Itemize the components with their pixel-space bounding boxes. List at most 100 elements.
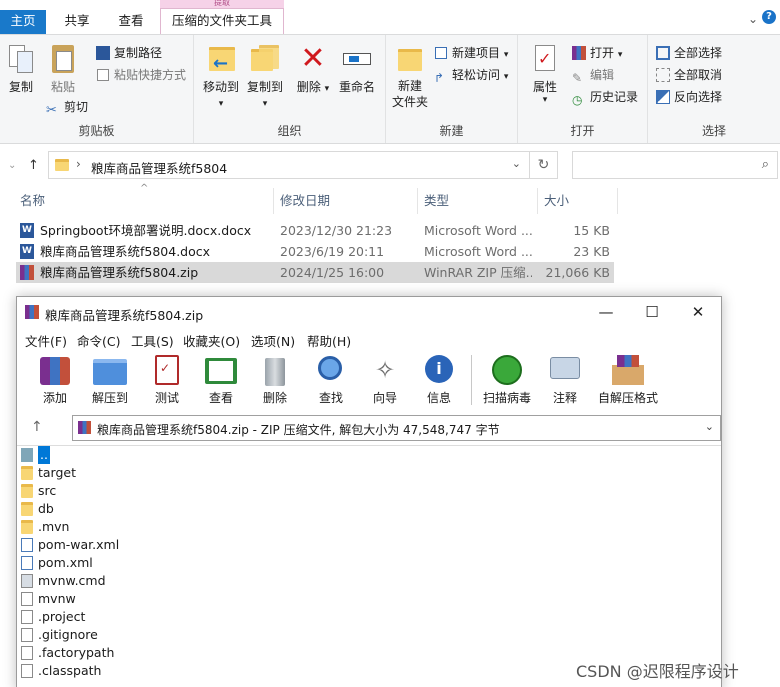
- add-button[interactable]: 添加: [33, 353, 77, 406]
- menu-commands[interactable]: 命令(C): [77, 331, 120, 350]
- menu-favorites[interactable]: 收藏夹(O): [183, 331, 240, 350]
- up-arrow-icon[interactable]: ↑: [31, 419, 43, 435]
- invert-selection-icon: [656, 90, 670, 104]
- group-clipboard: 复制 粘贴 复制路径 粘贴快捷方式 ✂ 剪切 剪贴板: [0, 35, 194, 143]
- easy-access-label: 轻松访问: [452, 68, 501, 82]
- group-label-organize: 组织: [277, 124, 302, 138]
- column-header-type[interactable]: 类型: [418, 188, 538, 214]
- wizard-label: 向导: [372, 391, 397, 405]
- ribbon-tab-bar: 主页 共享 查看 提取 压缩的文件夹工具 ⌄ ?: [0, 0, 780, 34]
- select-none-button[interactable]: 全部取消: [656, 65, 722, 85]
- info-button[interactable]: i 信息: [417, 353, 461, 406]
- new-item-label: 新建项目: [452, 46, 501, 60]
- group-label-open: 打开: [570, 124, 595, 138]
- file-row[interactable]: W Springboot环境部署说明.docx.docx 2023/12/30 21…: [16, 220, 614, 241]
- pencil-icon: ✎: [572, 71, 583, 85]
- extract-to-button[interactable]: 解压到: [87, 353, 133, 406]
- search-icon: ⌕: [761, 157, 769, 172]
- column-header-name[interactable]: 名称: [14, 188, 274, 214]
- archive-entry-name: mvnw: [38, 591, 76, 606]
- column-header-size[interactable]: 大小: [538, 188, 618, 214]
- archive-entry-name: mvnw.cmd: [38, 573, 106, 588]
- test-button[interactable]: ✓ 测试: [145, 353, 189, 406]
- delete-archive-button[interactable]: 删除: [253, 353, 297, 406]
- delete-button[interactable]: ✕ 删除 ▾: [296, 43, 330, 95]
- virus-scan-button[interactable]: 扫描病毒: [479, 353, 535, 406]
- address-dropdown-icon[interactable]: ⌄: [512, 157, 521, 170]
- menu-help[interactable]: 帮助(H): [307, 331, 351, 350]
- archive-path-text: 粮库商品管理系统f5804.zip - ZIP 压缩文件, 解包大小为 47,5…: [97, 423, 500, 437]
- archive-entry-name: db: [38, 501, 54, 516]
- file-row[interactable]: 粮库商品管理系统f5804.zip 2024/1/25 16:00 WinRAR Z…: [16, 262, 614, 283]
- winrar-path-bar: ↑ 粮库商品管理系统f5804.zip - ZIP 压缩文件, 解包大小为 47…: [17, 413, 721, 443]
- archive-path-combo[interactable]: 粮库商品管理系统f5804.zip - ZIP 压缩文件, 解包大小为 47,5…: [72, 415, 721, 441]
- magnifier-icon: [314, 353, 348, 387]
- sfx-button[interactable]: 自解压格式: [595, 353, 661, 406]
- paste-shortcut-label: 粘贴快捷方式: [114, 68, 187, 82]
- delete-label: 删除 ▾: [296, 80, 330, 94]
- view-button[interactable]: 查看: [199, 353, 243, 406]
- extract-to-label: 解压到: [91, 391, 128, 405]
- maximize-button[interactable]: ☐: [629, 297, 675, 328]
- edit-button[interactable]: ✎ 编辑: [572, 65, 614, 85]
- menu-tools[interactable]: 工具(S): [131, 331, 174, 350]
- address-bar[interactable]: › 粮库商品管理系统f5804 ⌄: [48, 151, 530, 179]
- open-button[interactable]: 打开 ▾: [572, 43, 622, 63]
- find-button[interactable]: 查找: [309, 353, 353, 406]
- winrar-titlebar: 粮库商品管理系统f5804.zip — ☐ ✕: [17, 297, 721, 328]
- column-header-date[interactable]: 修改日期: [274, 188, 418, 214]
- move-to-button[interactable]: ← 移动到 ▾: [200, 43, 242, 109]
- tab-home[interactable]: 主页: [0, 10, 46, 34]
- rename-label: 重命名: [338, 80, 375, 94]
- watermark: CSDN @迟限程序设计: [576, 662, 739, 681]
- invert-selection-button[interactable]: 反向选择: [656, 87, 722, 107]
- add-archive-icon: [38, 353, 72, 387]
- copy-button[interactable]: 复制: [4, 43, 38, 95]
- archive-entry-name: ..: [38, 446, 50, 464]
- menu-file[interactable]: 文件(F): [25, 331, 67, 350]
- copy-to-button[interactable]: 复制到 ▾: [244, 43, 286, 109]
- paste-shortcut-button[interactable]: 粘贴快捷方式: [96, 65, 186, 85]
- comment-button[interactable]: 注释: [543, 353, 587, 406]
- copy-path-button[interactable]: 复制路径: [96, 43, 162, 63]
- file-row[interactable]: W 粮库商品管理系统f5804.docx 2023/6/19 20:11 Micros…: [16, 241, 614, 262]
- cmd-file-icon: [21, 574, 33, 588]
- properties-button[interactable]: ✓ 属性 ▾: [528, 43, 562, 105]
- group-label-new: 新建: [439, 124, 464, 138]
- recent-locations-icon[interactable]: ⌄: [8, 160, 16, 171]
- properties-dropdown-icon[interactable]: ▾: [528, 95, 562, 105]
- wizard-button[interactable]: ✧ 向导: [363, 353, 407, 406]
- file-name: 粮库商品管理系统f5804.zip: [40, 265, 199, 280]
- select-all-button[interactable]: 全部选择: [656, 43, 722, 63]
- help-icon[interactable]: ?: [762, 10, 776, 24]
- copy-path-label: 复制路径: [114, 46, 163, 60]
- close-button[interactable]: ✕: [675, 297, 721, 328]
- easy-access-button[interactable]: ↱ 轻松访问 ▾: [434, 65, 508, 85]
- new-folder-button[interactable]: 新建 文件夹: [390, 43, 430, 110]
- new-item-button[interactable]: 新建项目 ▾: [434, 43, 508, 63]
- cut-button[interactable]: ✂ 剪切: [46, 97, 88, 118]
- refresh-button[interactable]: ↻: [530, 151, 558, 179]
- menu-options[interactable]: 选项(N): [251, 331, 295, 350]
- chevron-down-icon[interactable]: ⌄: [705, 420, 714, 433]
- paste-button[interactable]: 粘贴: [46, 43, 80, 95]
- archive-entry-name: .gitignore: [38, 627, 98, 642]
- minimize-button[interactable]: —: [583, 297, 629, 328]
- file-size: 21,066 KB: [545, 265, 610, 280]
- magic-wand-icon: ✧: [374, 356, 396, 384]
- delete-archive-label: 删除: [262, 391, 287, 405]
- tab-share[interactable]: 共享: [52, 10, 102, 34]
- search-input[interactable]: ⌕: [572, 151, 778, 179]
- rename-button[interactable]: 重命名: [336, 43, 378, 95]
- tab-view[interactable]: 查看: [106, 10, 156, 34]
- edit-label: 编辑: [590, 68, 615, 82]
- history-button[interactable]: ◷ 历史记录: [572, 87, 638, 107]
- tab-compressed-folder-tools[interactable]: 压缩的文件夹工具: [160, 8, 284, 34]
- info-icon: i: [422, 353, 456, 387]
- word-doc-icon: W: [20, 223, 34, 238]
- comment-icon: [548, 353, 582, 387]
- up-arrow-icon[interactable]: ↑: [28, 158, 39, 173]
- select-all-label: 全部选择: [674, 46, 723, 60]
- chevron-down-icon[interactable]: ⌄: [748, 12, 758, 26]
- invert-selection-label: 反向选择: [674, 90, 723, 104]
